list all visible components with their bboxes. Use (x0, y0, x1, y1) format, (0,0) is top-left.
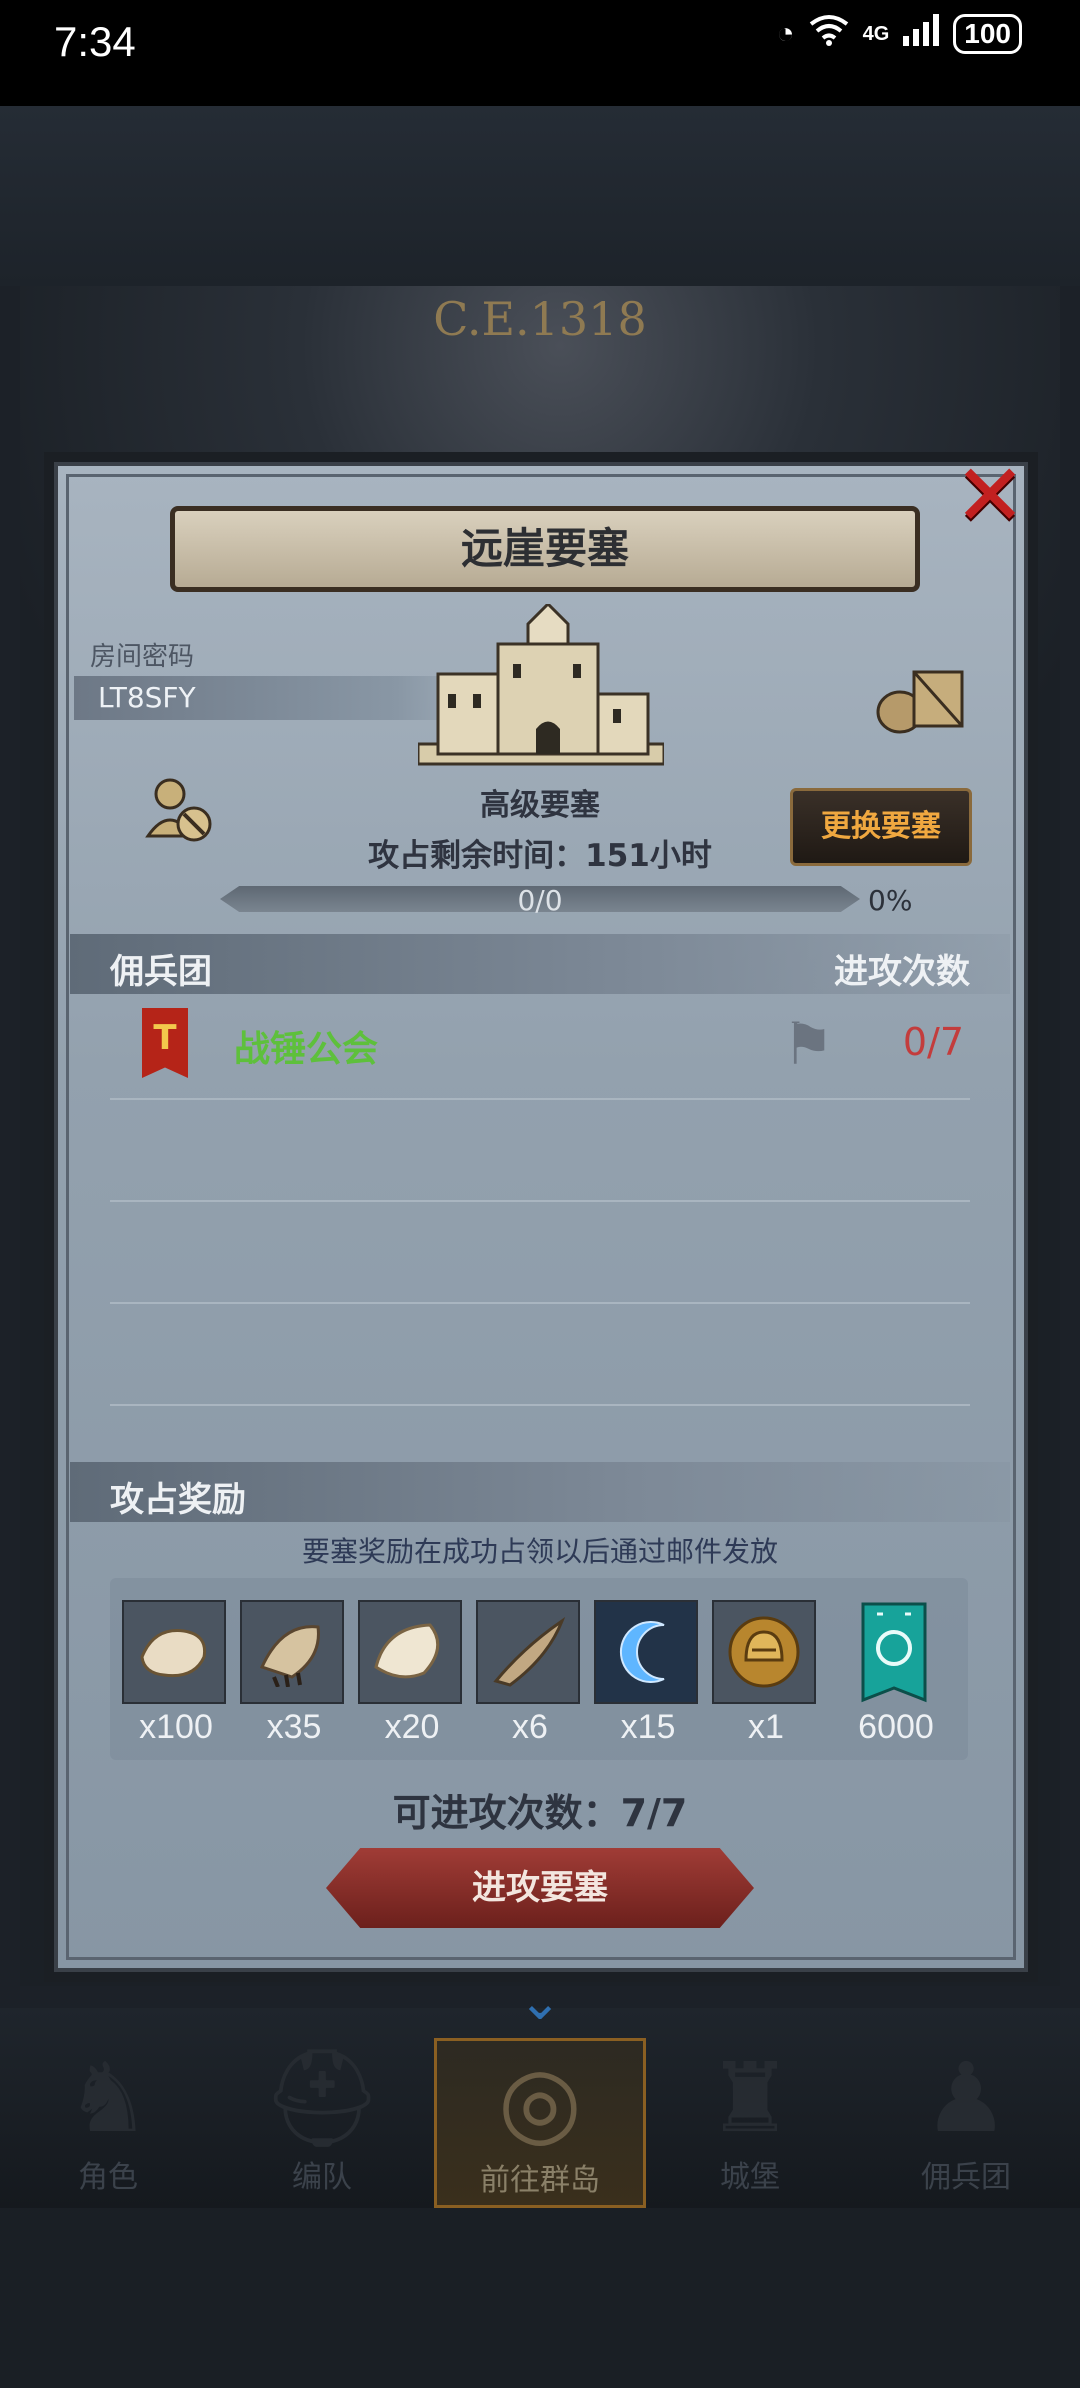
available-attacks: 可进攻次数：7/7 (392, 1791, 688, 1835)
tab-castle[interactable]: ♜ 城堡 (650, 2038, 850, 2208)
bottom-nav: ♞ 角色 ⛑ 编队 ◎ 前往群岛 ♜ 城堡 ♟ 佣兵团 ⌄ (0, 1976, 1080, 2208)
network-type: 4G (862, 22, 890, 45)
guild-row[interactable]: T 战锤公会 ⚑ 0/7 (110, 996, 970, 1100)
list-item (110, 1302, 970, 1406)
castle-icon: ♜ (706, 2042, 794, 2154)
tab-character[interactable]: ♞ 角色 (8, 2038, 208, 2208)
fortress-castle-image (416, 601, 666, 780)
capture-progress-percent: 0% (868, 884, 913, 917)
guild-banner-icon: T (142, 1008, 188, 1078)
capture-progress-text: 0/0 (517, 884, 563, 917)
tab-label: 城堡 (720, 2160, 780, 2195)
signal-icon (903, 14, 940, 54)
speed-icon: ◔ (776, 17, 795, 50)
status-time: 7:34 (54, 18, 136, 65)
teal-banner-icon (842, 1600, 946, 1704)
tab-formation[interactable]: ⛑ 编队 (222, 2038, 422, 2208)
status-icons: ◔ 4G 100 (776, 14, 1022, 54)
helmet-icon: ⛑ (261, 2042, 383, 2154)
tab-label: 前往群岛 (480, 2163, 600, 2198)
globe-icon: ◎ (498, 2045, 582, 2157)
attack-count-header: 进攻次数 (834, 952, 970, 992)
reward-item[interactable]: x100 (122, 1600, 230, 1747)
list-item (110, 1098, 970, 1202)
blue-crescent-icon (594, 1600, 698, 1704)
list-item (110, 1200, 970, 1304)
guild-name: 战锤公会 (234, 1029, 379, 1070)
reward-qty: x20 (384, 1708, 440, 1746)
reward-qty: x15 (620, 1708, 676, 1746)
guild-attacks: 0/7 (902, 1020, 964, 1064)
reward-qty: x1 (748, 1708, 784, 1746)
reward-item[interactable]: x15 (594, 1600, 702, 1747)
supply-crate-icon[interactable] (876, 662, 966, 734)
reward-qty: x6 (512, 1708, 548, 1746)
era-label: C.E.1318 (433, 292, 647, 346)
mercenary-section-header: 佣兵团 进攻次数 (70, 934, 1010, 994)
rewards-section-header: 攻占奖励 (70, 1462, 1010, 1522)
reward-qty: x100 (139, 1708, 213, 1746)
mercenary-header: 佣兵团 (110, 952, 212, 992)
tab-mercenary[interactable]: ♟ 佣兵团 (866, 2038, 1066, 2208)
rewards-note: 要塞奖励在成功占领以后通过邮件发放 (301, 1535, 778, 1568)
knight-icon: ♞ (64, 2042, 152, 2154)
horn-icon (476, 1600, 580, 1704)
reward-item[interactable]: x35 (240, 1600, 348, 1747)
white-pelt-icon (358, 1600, 462, 1704)
reward-item[interactable]: x1 (712, 1600, 820, 1747)
reward-qty: x35 (266, 1708, 322, 1746)
tab-label: 编队 (292, 2160, 352, 2195)
tab-islands[interactable]: ◎ 前往群岛 (434, 2038, 646, 2208)
tab-label: 佣兵团 (921, 2160, 1011, 2195)
reward-item[interactable]: x6 (476, 1600, 584, 1747)
fur-pelt-icon (122, 1600, 226, 1704)
status-bar: 7:34 ◔ 4G 100 (0, 0, 1080, 106)
close-button[interactable]: ✕ (950, 453, 1030, 539)
warrior-icon: ♟ (922, 2042, 1010, 2154)
chevron-down-icon: ⌄ (518, 1972, 562, 2032)
battery-indicator: 100 (953, 14, 1022, 54)
scene-backdrop-top (0, 106, 1080, 286)
capture-time-left: 攻占剩余时间：151小时 (368, 838, 712, 874)
tab-label: 角色 (78, 2160, 138, 2195)
beast-claw-icon (240, 1600, 344, 1704)
golden-helmet-icon (712, 1600, 816, 1704)
flag-icon: ⚑ (782, 1010, 834, 1078)
bottom-backdrop (0, 2208, 1080, 2388)
room-password-label: 房间密码 (90, 642, 195, 672)
rewards-header: 攻占奖励 (110, 1480, 246, 1520)
dialog-title: 远崖要塞 (170, 506, 920, 592)
wifi-icon (809, 14, 849, 54)
reward-item[interactable]: x20 (358, 1600, 466, 1747)
reward-item[interactable]: 6000 (842, 1600, 950, 1747)
reward-qty: 6000 (858, 1708, 934, 1746)
attack-fortress-button[interactable]: 进攻要塞 (326, 1848, 754, 1928)
